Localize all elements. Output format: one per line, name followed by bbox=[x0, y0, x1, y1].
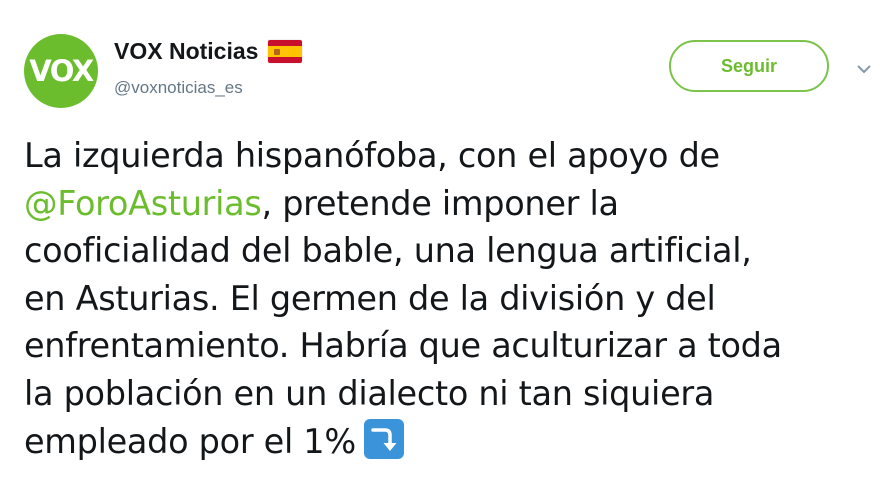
avatar-logo-text: VOX bbox=[29, 53, 94, 88]
tweet-text-segment: , pretende imponer la bbox=[261, 183, 620, 223]
tweet-card: VOX VOX Noticias @voxnoticias_es Seguir … bbox=[0, 0, 880, 495]
display-name-text: VOX Noticias bbox=[114, 38, 259, 64]
mention-link[interactable]: @ForoAsturias bbox=[24, 184, 262, 223]
tweet-text-line: cooficialidad del bable, una lengua arti… bbox=[24, 231, 752, 271]
tweet-text-line: @ForoAsturias, pretende imponer la bbox=[24, 180, 874, 228]
follow-button[interactable]: Seguir bbox=[669, 40, 829, 92]
tweet-text-line: en Asturias. El germen de la división y … bbox=[24, 278, 716, 318]
tweet-text-line: enfrentamiento. Habría que aculturizar a… bbox=[24, 326, 782, 366]
tweet-text-line: La izquierda hispanófoba, con el apoyo d… bbox=[24, 136, 720, 175]
right-arrow-curving-down-icon bbox=[363, 418, 404, 459]
tweet-text: La izquierda hispanófoba, con el apoyo d… bbox=[24, 132, 874, 465]
user-handle[interactable]: @voxnoticias_es bbox=[114, 78, 243, 98]
tweet-text-line: empleado por el 1% bbox=[24, 418, 874, 466]
spain-flag-icon bbox=[268, 40, 303, 63]
avatar[interactable]: VOX bbox=[24, 34, 98, 108]
tweet-text-line: la población en un dialecto ni tan siqui… bbox=[24, 373, 715, 413]
display-name[interactable]: VOX Noticias bbox=[114, 38, 303, 65]
tweet-text-segment: empleado por el 1% bbox=[24, 421, 356, 461]
chevron-down-icon[interactable] bbox=[857, 62, 871, 76]
